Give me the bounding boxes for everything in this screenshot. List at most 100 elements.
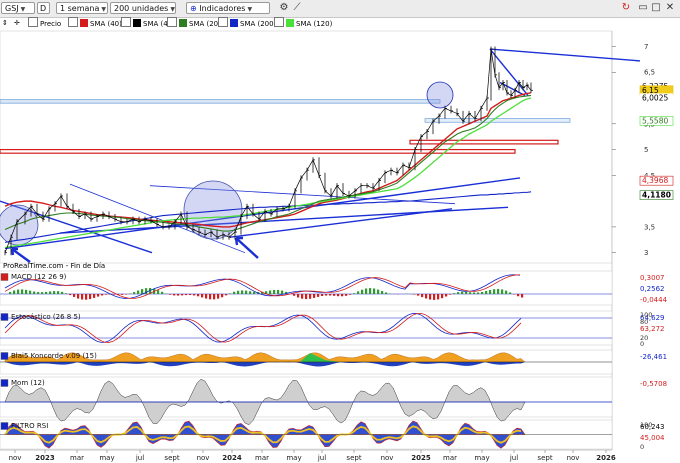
macd-hist-bar: [337, 294, 340, 297]
macd-hist-bar: [181, 294, 184, 296]
macd-hist-bar: [165, 293, 168, 294]
indicator-icon: [0, 422, 9, 430]
chart-canvas[interactable]: MACD (12 26 9) Estocástico (26 8 5) Blai5 …: [0, 0, 680, 463]
x-tick-label: may: [286, 454, 301, 462]
indicator-icon: [0, 379, 9, 387]
indicator-value-label: 0,3007: [640, 274, 665, 282]
x-tick-label: sept: [346, 454, 361, 462]
macd-hist-bar: [37, 292, 40, 294]
x-tick-label: jul: [509, 454, 518, 462]
macd-hist-bar: [49, 291, 52, 294]
macd-hist-bar: [309, 294, 312, 299]
x-tick-label: jul: [317, 454, 326, 462]
macd-hist-bar: [77, 294, 80, 299]
macd-hist-bar: [369, 288, 372, 294]
macd-hist-bar: [521, 294, 524, 298]
macd-hist-bar: [317, 294, 320, 297]
macd-hist-bar: [213, 294, 216, 300]
macd-hist-bar: [429, 294, 432, 300]
macd-hist-bar: [353, 293, 356, 294]
macd-hist-bar: [425, 294, 428, 299]
macd-hist-bar: [293, 294, 296, 296]
macd-hist-bar: [481, 291, 484, 294]
macd-hist-bar: [137, 290, 140, 294]
macd-hist-bar: [57, 291, 60, 294]
x-tick-label: jul: [135, 454, 144, 462]
macd-hist-bar: [421, 294, 424, 298]
macd-hist-bar: [185, 294, 188, 296]
indicator-value-label: -0,0444: [640, 296, 668, 304]
price-label-text: 6,0025: [642, 93, 668, 102]
indicator-value-label: -26,461: [640, 353, 667, 361]
macd-hist-bar: [437, 294, 440, 300]
x-tick-label: nov: [567, 454, 580, 462]
price-label-text: 4,3968: [642, 176, 668, 185]
indicator-name: FILTRO RSI: [11, 422, 48, 430]
macd-hist-bar: [461, 291, 464, 294]
macd-hist-bar: [133, 292, 136, 294]
x-tick-label: sept: [537, 454, 552, 462]
highlight-circle: [426, 81, 454, 109]
indicator-icon: [0, 313, 9, 321]
macd-hist-bar: [53, 291, 56, 294]
y-tick-label: 6,5: [644, 69, 655, 77]
macd-hist-bar: [413, 294, 416, 295]
macd-hist-bar: [361, 289, 364, 294]
resistance-zone-red-2: [0, 148, 516, 154]
macd-hist-bar: [81, 294, 84, 300]
macd-hist-bar: [345, 294, 348, 296]
x-tick-label: nov: [197, 454, 210, 462]
macd-hist-bar: [65, 293, 68, 294]
price-label-text: 4,1180: [642, 191, 671, 200]
macd-hist-bar: [449, 294, 452, 295]
indicator-name: Estocástico (26 8 5): [11, 313, 81, 321]
macd-hist-bar: [161, 291, 164, 294]
indicator-panel: [0, 270, 613, 306]
macd-hist-bar: [217, 294, 220, 299]
macd-hist-bar: [333, 294, 336, 296]
macd-hist-bar: [201, 294, 204, 298]
macd-hist-bar: [441, 294, 444, 299]
macd-hist-bar: [229, 293, 232, 294]
indicator-tick-label: 0: [640, 443, 644, 451]
macd-hist-bar: [349, 294, 352, 295]
x-tick-label: 2026: [596, 454, 616, 462]
macd-hist-bar: [101, 294, 104, 296]
macd-hist-bar: [205, 294, 208, 299]
macd-hist-bar: [61, 291, 64, 294]
macd-hist-bar: [73, 294, 76, 297]
indicator-value-label: -0,5708: [640, 380, 667, 388]
macd-hist-bar: [505, 290, 508, 294]
macd-hist-bar: [381, 291, 384, 294]
macd-hist-bar: [69, 294, 72, 296]
indicator-value-label: 45,004: [640, 434, 665, 442]
macd-hist-bar: [473, 292, 476, 294]
price-label-text: 5,5580: [642, 116, 668, 125]
macd-hist-bar: [377, 289, 380, 294]
macd-hist-bar: [325, 294, 328, 296]
macd-hist-bar: [13, 290, 16, 294]
x-tick-label: may: [474, 454, 489, 462]
macd-hist-bar: [517, 294, 520, 297]
macd-hist-bar: [477, 292, 480, 294]
macd-hist-bar: [85, 294, 88, 300]
macd-hist-bar: [305, 294, 308, 300]
macd-hist-bar: [121, 294, 124, 295]
macd-hist-bar: [17, 289, 20, 294]
x-tick-label: 2024: [222, 454, 242, 462]
indicator-panel: [0, 310, 613, 346]
macd-hist-bar: [225, 294, 228, 296]
macd-hist-bar: [193, 294, 196, 296]
macd-hist-bar: [457, 292, 460, 294]
x-tick-label: may: [99, 454, 114, 462]
macd-hist-bar: [273, 289, 276, 294]
macd-hist-bar: [189, 294, 192, 296]
macd-hist-bar: [97, 294, 100, 297]
macd-hist-bar: [169, 294, 172, 295]
macd-hist-bar: [241, 290, 244, 294]
indicator-tick-label: 80: [640, 318, 648, 326]
macd-hist-bar: [249, 291, 252, 294]
macd-hist-bar: [113, 294, 116, 295]
price-label: 4,1180: [639, 190, 674, 200]
macd-hist-bar: [365, 288, 368, 294]
